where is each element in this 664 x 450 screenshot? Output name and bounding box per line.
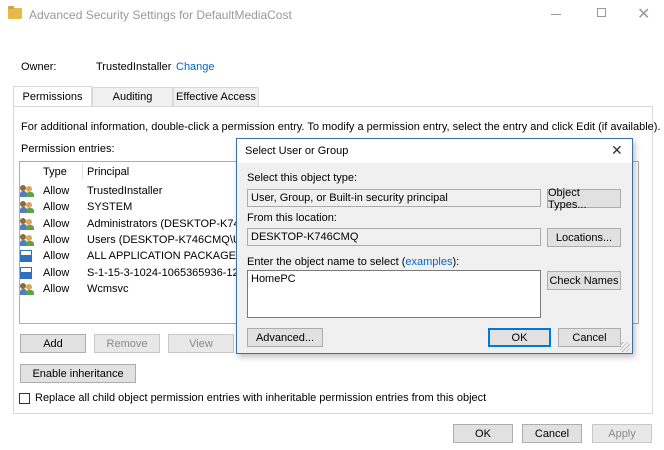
column-header-principal[interactable]: Principal — [87, 166, 129, 178]
entry-type: Allow — [43, 250, 70, 262]
remove-button[interactable]: Remove — [94, 334, 160, 353]
user-group-icon — [20, 201, 34, 213]
table-row[interactable]: Allow SYSTEM — [20, 199, 132, 215]
advanced-button[interactable]: Advanced... — [247, 328, 323, 347]
entry-type: Allow — [43, 267, 70, 279]
location-field: DESKTOP-K746CMQ — [247, 228, 541, 246]
enable-inheritance-button[interactable]: Enable inheritance — [20, 364, 136, 383]
entry-principal: SYSTEM — [87, 201, 133, 213]
owner-label: Owner: — [21, 61, 57, 73]
column-header-type[interactable]: Type — [43, 166, 67, 178]
object-name-input[interactable]: HomePC — [247, 270, 541, 318]
owner-value: TrustedInstaller — [96, 61, 172, 73]
package-icon — [20, 267, 32, 279]
column-divider — [82, 163, 83, 179]
user-group-icon — [20, 283, 34, 295]
cancel-button[interactable]: Cancel — [522, 424, 582, 443]
resize-grip-icon[interactable] — [620, 342, 630, 352]
object-type-field: User, Group, or Built-in security princi… — [247, 189, 541, 207]
table-row[interactable]: Allow TrustedInstaller — [20, 183, 162, 199]
table-row[interactable]: Allow Users (DESKTOP-K746CMQ\U... — [20, 232, 250, 248]
dialog-title: Select User or Group — [245, 145, 349, 157]
entry-type: Allow — [43, 201, 70, 213]
minimize-icon[interactable] — [551, 14, 561, 15]
entry-principal: ALL APPLICATION PACKAGES — [87, 250, 244, 262]
entry-principal: S-1-15-3-1024-1065365936-12... — [87, 267, 248, 279]
window-title: Advanced Security Settings for DefaultMe… — [29, 8, 292, 22]
table-row[interactable]: Allow ALL APPLICATION PACKAGES — [20, 248, 243, 264]
enter-object-name-label: Enter the object name to select (example… — [247, 256, 459, 268]
object-type-label: Select this object type: — [247, 172, 358, 184]
close-icon[interactable]: ✕ — [637, 4, 650, 24]
entry-type: Allow — [43, 185, 70, 197]
locations-button[interactable]: Locations... — [547, 228, 621, 247]
dialog-cancel-button[interactable]: Cancel — [558, 328, 621, 347]
replace-checkbox[interactable] — [19, 393, 30, 404]
enter-label-end: ): — [452, 256, 460, 268]
object-types-button[interactable]: Object Types... — [547, 187, 621, 211]
replace-checkbox-label[interactable]: Replace all child object permission entr… — [35, 392, 486, 404]
entry-principal: Users (DESKTOP-K746CMQ\U... — [87, 234, 250, 246]
ok-button[interactable]: OK — [453, 424, 513, 443]
check-names-button[interactable]: Check Names — [547, 271, 621, 290]
dialog-ok-button[interactable]: OK — [488, 328, 551, 347]
add-button[interactable]: Add — [20, 334, 86, 353]
dialog-title-bar: Select User or Group ✕ — [237, 139, 632, 163]
entry-principal: Wcmsvc — [87, 283, 129, 295]
table-row[interactable]: Allow Administrators (DESKTOP-K74... — [20, 216, 249, 232]
user-group-icon — [20, 234, 34, 246]
title-bar: Advanced Security Settings for DefaultMe… — [0, 0, 664, 30]
apply-button[interactable]: Apply — [592, 424, 652, 443]
table-row[interactable]: Allow Wcmsvc — [20, 281, 129, 297]
examples-link[interactable]: examples — [405, 256, 452, 268]
tab-permissions[interactable]: Permissions — [13, 86, 92, 107]
entries-label: Permission entries: — [21, 143, 115, 155]
select-user-dialog: Select User or Group ✕ Select this objec… — [236, 138, 633, 354]
entry-type: Allow — [43, 283, 70, 295]
entry-principal: Administrators (DESKTOP-K74... — [87, 218, 249, 230]
location-label: From this location: — [247, 212, 337, 224]
enter-label-text: Enter the object name to select ( — [247, 256, 406, 268]
change-owner-link[interactable]: Change — [176, 61, 215, 73]
tab-effective-access[interactable]: Effective Access — [173, 87, 259, 106]
folder-icon — [8, 6, 22, 19]
user-group-icon — [20, 218, 34, 230]
entry-type: Allow — [43, 218, 70, 230]
view-button[interactable]: View — [168, 334, 234, 353]
tab-auditing[interactable]: Auditing — [92, 87, 173, 106]
package-icon — [20, 250, 32, 262]
user-group-icon — [20, 185, 34, 197]
entry-principal: TrustedInstaller — [87, 185, 163, 197]
info-text: For additional information, double-click… — [21, 121, 661, 133]
table-row[interactable]: Allow S-1-15-3-1024-1065365936-12... — [20, 265, 248, 281]
entry-type: Allow — [43, 234, 70, 246]
dialog-close-icon[interactable]: ✕ — [611, 142, 623, 159]
maximize-icon[interactable] — [597, 8, 606, 17]
